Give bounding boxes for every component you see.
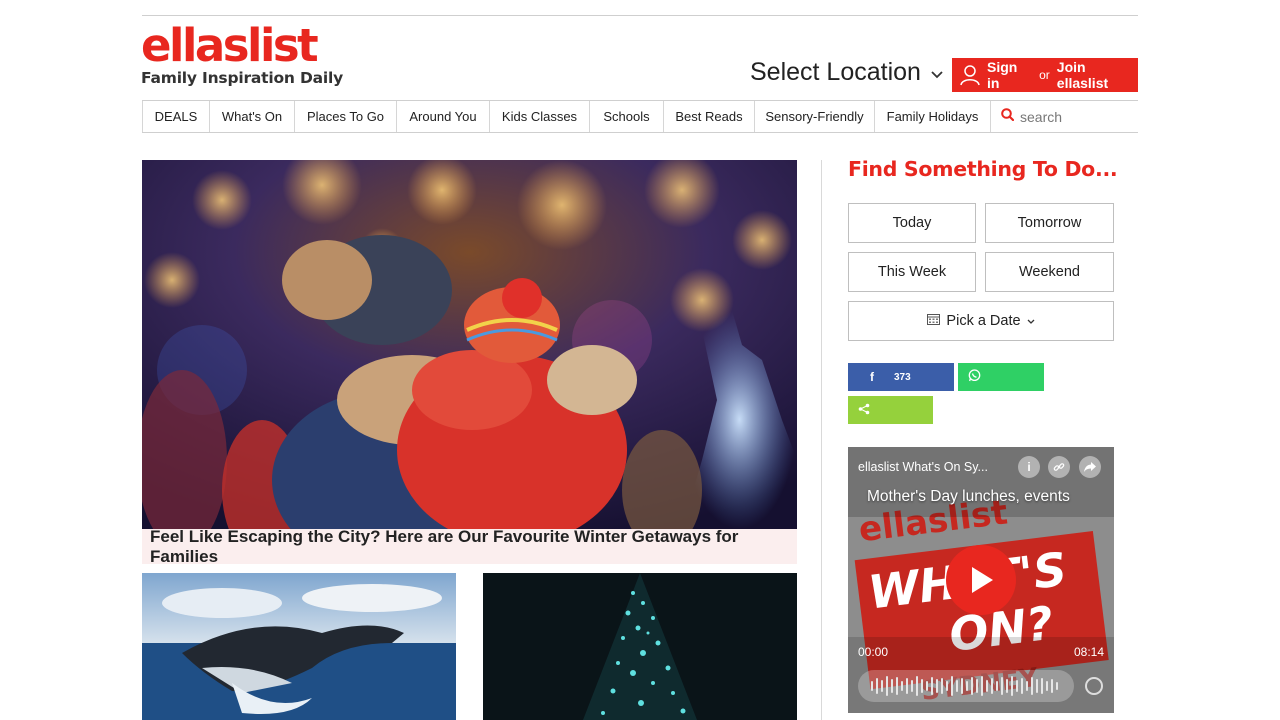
facebook-share-button[interactable]: f 373 [848, 363, 954, 391]
audio-waveform-scrubber[interactable] [858, 670, 1074, 702]
nav-item-schools[interactable]: Schools [589, 101, 663, 132]
nav-item-sensory-friendly[interactable]: Sensory-Friendly [754, 101, 874, 132]
info-icon[interactable]: i [1018, 456, 1040, 478]
calendar-icon [927, 313, 941, 329]
play-button[interactable] [946, 545, 1016, 615]
signin-or-label: or [1039, 68, 1050, 82]
chevron-down-icon [931, 66, 943, 83]
hero-caption[interactable]: Feel Like Escaping the City? Here are Ou… [142, 527, 797, 566]
waveform-graphic [871, 676, 1058, 696]
share-button[interactable] [848, 396, 933, 424]
nav-item-around-you[interactable]: Around You [396, 101, 489, 132]
signin-label: Sign in [987, 59, 1018, 91]
duration: 08:14 [1073, 645, 1104, 659]
podcast-episode-title: Mother's Day lunches, events [867, 488, 1070, 505]
current-time: 00:00 [858, 645, 889, 659]
share-arrow-icon[interactable] [1079, 456, 1101, 478]
nav-search [990, 101, 1138, 132]
tomorrow-button[interactable]: Tomorrow [985, 203, 1114, 243]
nav-item-deals[interactable]: DEALS [142, 101, 209, 132]
location-selector[interactable]: Select Location [750, 58, 943, 87]
pick-a-date-label: Pick a Date [946, 313, 1021, 329]
user-icon [960, 64, 980, 86]
logo-tagline: Family Inspiration Daily [141, 69, 344, 87]
share-icon [858, 403, 870, 418]
podcast-channel-title[interactable]: ellaslist What's On Sy... [858, 460, 988, 474]
playback-speed-icon[interactable] [1085, 677, 1103, 695]
whatsapp-icon [968, 369, 981, 385]
join-label: Join ellaslist [1056, 59, 1109, 91]
main-nav: DEALS What's On Places To Go Around You … [142, 100, 1138, 133]
whale-article-image[interactable] [142, 573, 456, 720]
facebook-icon: f [870, 370, 874, 384]
today-button[interactable]: Today [848, 203, 976, 243]
header-top-rule [142, 15, 1138, 16]
search-input[interactable] [1020, 108, 1130, 125]
facebook-share-count: 373 [894, 371, 911, 383]
nav-item-whats-on[interactable]: What's On [209, 101, 294, 132]
sidebar-divider [821, 160, 822, 720]
nav-item-best-reads[interactable]: Best Reads [663, 101, 754, 132]
find-something-title: Find Something To Do... [848, 157, 1118, 181]
search-icon[interactable] [1001, 107, 1015, 126]
nav-item-kids-classes[interactable]: Kids Classes [489, 101, 589, 132]
chevron-down-icon [1027, 313, 1035, 329]
weekend-button[interactable]: Weekend [985, 252, 1114, 292]
hero-image[interactable] [142, 160, 797, 529]
nav-item-family-holidays[interactable]: Family Holidays [874, 101, 990, 132]
link-icon[interactable] [1048, 456, 1070, 478]
site-logo[interactable]: ellaslist Family Inspiration Daily [141, 19, 344, 88]
signin-join-button[interactable]: Sign in or Join ellaslist [952, 58, 1138, 92]
podcast-player: ellaslist WHAT'S ON? SYDNEY ellaslist Wh… [848, 447, 1114, 713]
whatsapp-share-button[interactable] [958, 363, 1044, 391]
logo-wordmark: ellaslist [141, 19, 319, 72]
location-label: Select Location [750, 58, 921, 86]
glow-worm-article-image[interactable] [483, 573, 797, 720]
nav-item-places-to-go[interactable]: Places To Go [294, 101, 396, 132]
pick-a-date-button[interactable]: Pick a Date [848, 301, 1114, 341]
play-icon [972, 567, 993, 593]
this-week-button[interactable]: This Week [848, 252, 976, 292]
